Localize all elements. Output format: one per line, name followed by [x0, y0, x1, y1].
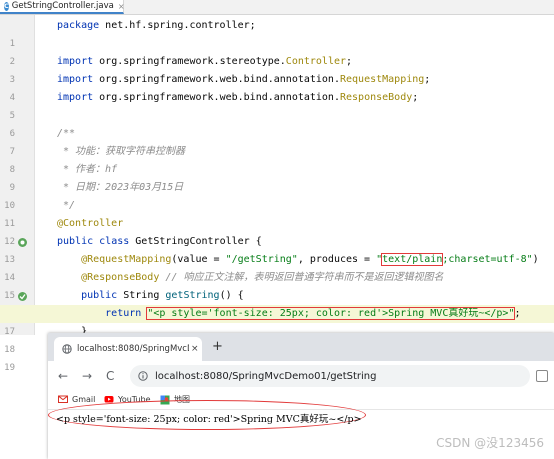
- code-line: 2: [0, 35, 554, 67]
- code-line: 15 @ResponseBody // 响应正文注解，表明返回普通字符串而不是返…: [0, 269, 554, 301]
- code-line: 6: [0, 107, 554, 139]
- address-bar[interactable]: localhost:8080/SpringMvcDemo01/getString: [130, 365, 530, 387]
- side-panel-icon[interactable]: [536, 370, 548, 382]
- highlight-box: "<p style='font-size: 25px; color: red'>…: [146, 307, 516, 320]
- code-line: 11 */: [0, 197, 554, 229]
- code-line: 16 public String getString() {: [0, 287, 554, 319]
- endpoint-gutter-icon[interactable]: [17, 291, 28, 302]
- code-editor[interactable]: 1 package net.hf.spring.controller; 2 3 …: [0, 15, 554, 373]
- response-text: <p style='font-size: 25px; color: red'>S…: [56, 414, 362, 425]
- code-line: 3 import org.springframework.stereotype.…: [0, 53, 554, 85]
- code-line: 1 package net.hf.spring.controller;: [0, 17, 554, 49]
- globe-icon: [62, 344, 72, 354]
- code-line: 10 * 日期：2023年03月15日: [0, 179, 554, 211]
- code-line: 4 import org.springframework.web.bind.an…: [0, 71, 554, 103]
- code-line: 13 public class GetStringController {: [0, 233, 554, 265]
- code-line: 9 * 作者：hf: [0, 161, 554, 193]
- code-line: 12 @Controller: [0, 215, 554, 247]
- gmail-icon: [58, 395, 68, 403]
- close-icon[interactable]: ×: [191, 344, 199, 354]
- info-icon[interactable]: [138, 371, 148, 381]
- code-line-current: 17 return "<p style='font-size: 25px; co…: [0, 305, 554, 337]
- reload-button[interactable]: C: [106, 369, 114, 383]
- line-number: 19: [4, 363, 15, 373]
- back-button[interactable]: ←: [58, 369, 68, 383]
- watermark: CSDN @没123456: [436, 436, 544, 450]
- editor-tab-bar: C GetStringController.java ×: [0, 0, 554, 15]
- highlight-box: text/plain: [381, 253, 444, 266]
- forward-button[interactable]: →: [82, 369, 92, 383]
- code-line: 5 import org.springframework.web.bind.an…: [0, 89, 554, 121]
- url-text: localhost:8080/SpringMvcDemo01/getString: [155, 370, 377, 382]
- java-class-icon: C: [4, 1, 9, 11]
- browser-tab[interactable]: localhost:8080/SpringMvcDem ×: [54, 337, 202, 361]
- bean-gutter-icon[interactable]: [17, 237, 28, 248]
- browser-toolbar: ← → C localhost:8080/SpringMvcDemo01/get…: [48, 361, 554, 391]
- editor-tab-label: GetStringController.java: [11, 1, 114, 11]
- code-line: 7 /**: [0, 125, 554, 157]
- bookmark-gmail[interactable]: Gmail: [58, 394, 95, 404]
- browser-tab-title: localhost:8080/SpringMvcDem: [77, 344, 189, 354]
- code-line: 14 @RequestMapping(value = "/getString",…: [0, 251, 554, 283]
- code-line: 8 * 功能：获取字符串控制器: [0, 143, 554, 175]
- editor-tab[interactable]: C GetStringController.java ×: [0, 0, 125, 14]
- new-tab-button[interactable]: +: [212, 339, 223, 354]
- close-icon[interactable]: ×: [118, 2, 125, 11]
- browser-tab-strip: localhost:8080/SpringMvcDem × +: [48, 333, 554, 361]
